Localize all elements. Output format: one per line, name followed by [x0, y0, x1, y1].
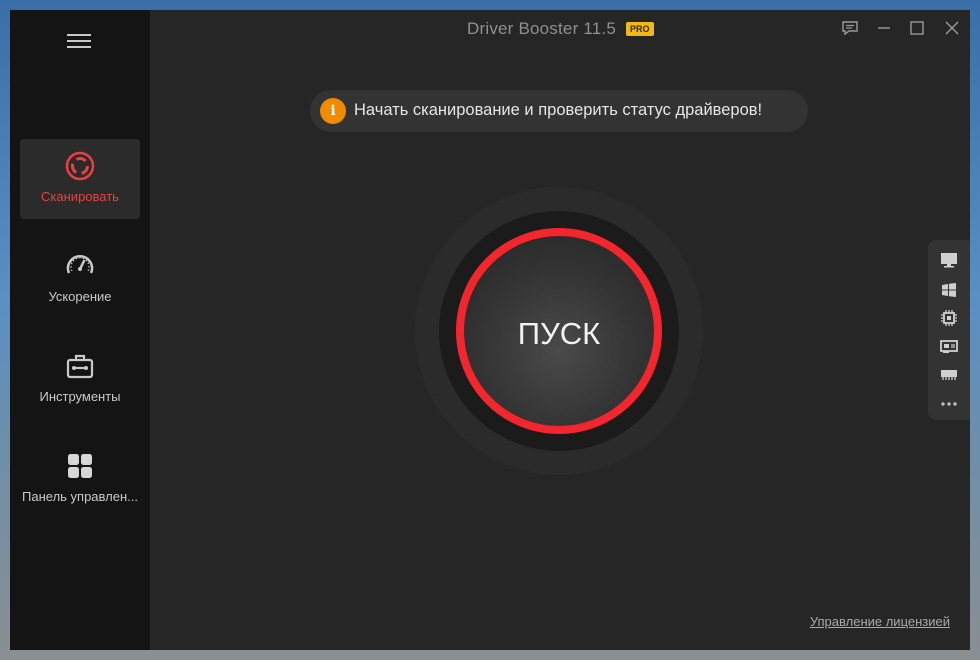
sidebar-item-boost[interactable]: Ускорение: [20, 239, 140, 319]
start-scan-button[interactable]: ПУСК: [456, 228, 662, 434]
close-icon[interactable]: [942, 18, 962, 38]
sidebar-item-dashboard[interactable]: Панель управлен...: [20, 439, 140, 519]
info-icon: i: [320, 98, 346, 124]
title-bar: Driver Booster 11.5 PRO: [150, 10, 970, 46]
speedometer-icon: [66, 255, 94, 274]
sidebar-item-label: Сканировать: [41, 189, 119, 204]
sidebar-item-label: Ускорение: [48, 289, 112, 304]
license-management-link[interactable]: Управление лицензией: [810, 614, 950, 629]
app-title: Driver Booster 11.5: [467, 19, 616, 38]
sidebar-item-tools[interactable]: Инструменты: [20, 339, 140, 419]
sidebar-item-scan[interactable]: Сканировать: [20, 139, 140, 219]
chip-icon[interactable]: [939, 308, 959, 328]
right-toolbar: [928, 240, 970, 420]
maximize-icon[interactable]: [907, 18, 927, 38]
hamburger-menu-icon[interactable]: [67, 34, 91, 50]
status-banner: i Начать сканирование и проверить статус…: [310, 90, 808, 132]
minimize-icon[interactable]: [874, 18, 894, 38]
app-window: Сканировать Ускорение Инструменты Панель…: [10, 10, 970, 650]
memory-icon[interactable]: [939, 364, 959, 384]
windows-icon[interactable]: [939, 280, 959, 300]
scan-button-outer-ring: ПУСК: [415, 187, 703, 475]
scan-icon: [65, 151, 95, 181]
dashboard-icon: [68, 454, 92, 478]
network-card-icon[interactable]: [939, 336, 959, 356]
start-scan-label: ПУСК: [517, 316, 601, 351]
sidebar-item-label: Панель управлен...: [22, 489, 138, 504]
feedback-icon[interactable]: [840, 18, 860, 38]
sidebar-item-label: Инструменты: [39, 389, 121, 404]
pro-badge: PRO: [626, 22, 654, 36]
more-icon[interactable]: [939, 394, 959, 414]
toolbox-icon: [66, 354, 94, 379]
banner-text: Начать сканирование и проверить статус д…: [354, 101, 763, 119]
scan-button-inner-ring: ПУСК: [439, 211, 679, 451]
sidebar: Сканировать Ускорение Инструменты Панель…: [10, 10, 150, 650]
monitor-icon[interactable]: [939, 250, 959, 270]
